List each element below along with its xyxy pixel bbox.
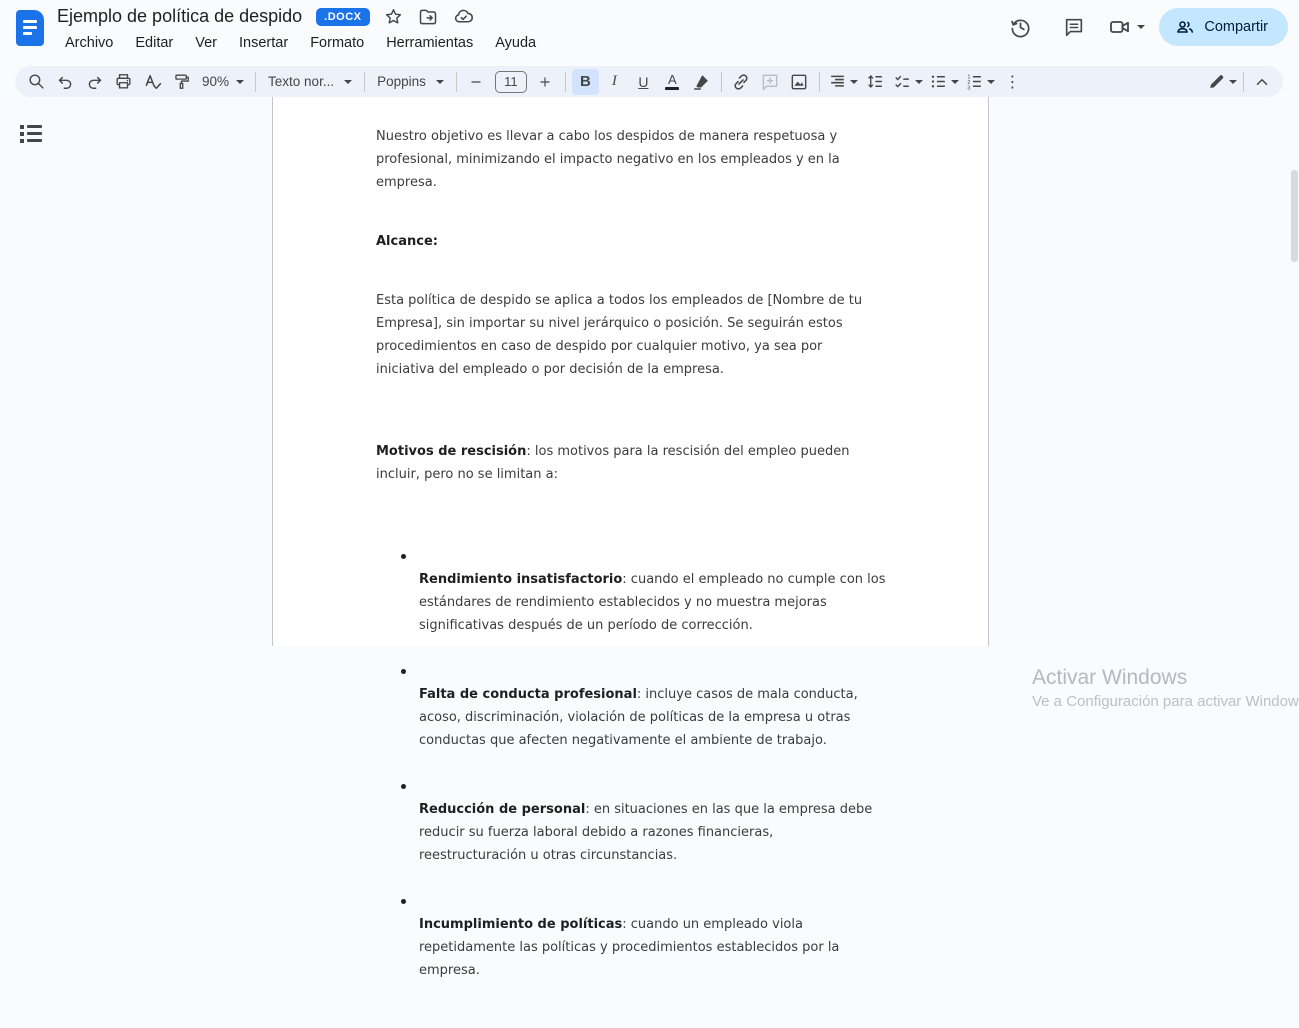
bold-icon: B — [580, 73, 591, 90]
paragraph-styles-select[interactable]: Texto nor... — [262, 69, 358, 95]
list-item: Incumplimiento de políticas: cuando un e… — [376, 890, 888, 982]
align-icon — [828, 72, 847, 91]
paragraph-objetivo: Nuestro objetivo es llevar a cabo los de… — [376, 125, 888, 194]
underline-icon: U — [638, 74, 648, 90]
paragraph-motivos: Motivos de rescisión: los motivos para l… — [376, 417, 888, 486]
share-button[interactable]: Compartir — [1159, 8, 1288, 46]
paragraph-alcance-body: Esta política de despido se aplica a tod… — [376, 289, 888, 381]
toolbar-separator — [456, 72, 457, 92]
text-color-button[interactable]: A — [659, 69, 686, 95]
list-item: Rendimiento insatisfactorio: cuando el e… — [376, 545, 888, 637]
windows-activation-watermark: Activar Windows Ve a Configuración para … — [1032, 666, 1299, 710]
align-button[interactable] — [826, 69, 860, 95]
line-spacing-icon[interactable] — [862, 69, 889, 95]
toolbar-separator — [565, 72, 566, 92]
heading-alcance: Alcance: — [376, 230, 888, 253]
toolbar-separator — [364, 72, 365, 92]
cloud-saved-icon[interactable] — [453, 6, 474, 27]
toolbar-separator — [1243, 72, 1244, 92]
increase-font-size-button[interactable] — [532, 69, 559, 95]
watermark-title: Activar Windows — [1032, 666, 1299, 690]
vertical-scrollbar[interactable] — [1291, 170, 1298, 262]
video-camera-icon — [1108, 15, 1132, 39]
styles-caret-icon — [344, 80, 352, 84]
zoom-value: 90% — [202, 74, 229, 89]
pencil-icon — [1207, 72, 1226, 91]
google-docs-logo-icon[interactable] — [16, 10, 44, 46]
version-history-icon[interactable] — [1000, 8, 1040, 46]
font-family-select[interactable]: Poppins — [371, 69, 450, 95]
menu-archivo[interactable]: Archivo — [56, 34, 122, 52]
zoom-caret-icon — [236, 80, 244, 84]
menu-bar: Archivo Editar Ver Insertar Formato Herr… — [56, 34, 545, 52]
more-options-icon[interactable]: ⋮ — [999, 69, 1026, 95]
menu-herramientas[interactable]: Herramientas — [377, 34, 482, 52]
decrease-font-size-button[interactable] — [463, 69, 490, 95]
zoom-select[interactable]: 90% — [197, 69, 249, 95]
bulleted-list-icon — [929, 72, 948, 91]
print-icon[interactable] — [110, 69, 137, 95]
checklist-icon — [893, 72, 912, 91]
comments-icon[interactable] — [1054, 8, 1094, 46]
bulleted-list-button[interactable] — [927, 69, 961, 95]
bold-button[interactable]: B — [572, 69, 599, 95]
hide-menus-icon[interactable] — [1248, 69, 1275, 95]
font-caret-icon — [436, 80, 444, 84]
numbered-list-button[interactable]: 123 — [963, 69, 997, 95]
italic-icon: I — [612, 73, 617, 90]
editing-mode-caret-icon — [1229, 80, 1237, 84]
people-icon — [1175, 17, 1195, 37]
toolbar-separator — [819, 72, 820, 92]
highlight-color-button[interactable] — [688, 69, 715, 95]
font-size-input[interactable]: 11 — [495, 71, 527, 93]
font-family-value: Poppins — [377, 74, 426, 89]
document-title[interactable]: Ejemplo de política de despido — [57, 6, 302, 27]
docx-badge: .DOCX — [316, 8, 369, 26]
search-menus-icon[interactable] — [23, 69, 50, 95]
insert-link-icon[interactable] — [728, 69, 755, 95]
editing-mode-button[interactable] — [1205, 69, 1239, 95]
underline-button[interactable]: U — [630, 69, 657, 95]
menu-ver[interactable]: Ver — [186, 34, 226, 52]
undo-icon[interactable] — [52, 69, 79, 95]
show-document-outline-icon[interactable] — [20, 125, 42, 145]
meet-caret-icon — [1137, 25, 1145, 29]
menu-formato[interactable]: Formato — [301, 34, 373, 52]
paragraph-style-value: Texto nor... — [268, 74, 334, 89]
toolbar: 90% Texto nor... Poppins 11 B I U A — [15, 66, 1283, 97]
svg-text:3: 3 — [967, 85, 970, 91]
app-header: Ejemplo de política de despido .DOCX Arc… — [0, 0, 1299, 60]
meet-button[interactable] — [1108, 15, 1145, 39]
star-icon[interactable] — [384, 7, 403, 26]
bulleted-list-caret-icon — [951, 80, 959, 84]
move-to-folder-icon[interactable] — [418, 7, 438, 27]
watermark-subtitle: Ve a Configuración para activar Windows — [1032, 693, 1299, 710]
menu-insertar[interactable]: Insertar — [230, 34, 297, 52]
motivos-bullet-list: Rendimiento insatisfactorio: cuando el e… — [376, 522, 888, 1005]
checklist-caret-icon — [915, 80, 923, 84]
share-button-label: Compartir — [1204, 19, 1268, 35]
add-comment-icon[interactable] — [757, 69, 784, 95]
menu-editar[interactable]: Editar — [126, 34, 182, 52]
document-content[interactable]: Nuestro objetivo es llevar a cabo los de… — [273, 97, 923, 1028]
align-caret-icon — [850, 80, 858, 84]
toolbar-separator — [721, 72, 722, 92]
spellcheck-icon[interactable] — [139, 69, 166, 95]
paint-format-icon[interactable] — [168, 69, 195, 95]
insert-image-icon[interactable] — [786, 69, 813, 95]
numbered-list-caret-icon — [987, 80, 995, 84]
italic-button[interactable]: I — [601, 69, 628, 95]
toolbar-separator — [255, 72, 256, 92]
document-page[interactable]: Nuestro objetivo es llevar a cabo los de… — [272, 97, 989, 646]
text-color-icon: A — [665, 73, 679, 91]
checklist-button[interactable] — [891, 69, 925, 95]
numbered-list-icon: 123 — [965, 72, 984, 91]
list-item: Reducción de personal: en situaciones en… — [376, 775, 888, 867]
motivos-lead: Motivos de rescisión — [376, 444, 526, 459]
menu-ayuda[interactable]: Ayuda — [486, 34, 545, 52]
redo-icon[interactable] — [81, 69, 108, 95]
document-canvas: Nuestro objetivo es llevar a cabo los de… — [0, 97, 1299, 646]
list-item: Falta de conducta profesional: incluye c… — [376, 660, 888, 752]
